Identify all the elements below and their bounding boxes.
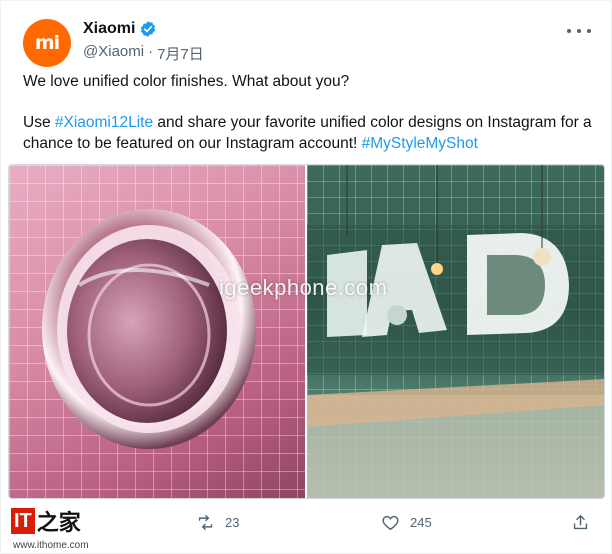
more-dot: [577, 29, 581, 33]
share-button[interactable]: [571, 513, 590, 532]
like-count: 245: [410, 515, 432, 530]
round-mirror-illustration: [42, 209, 256, 449]
heart-icon: [382, 515, 399, 531]
share-icon: [573, 515, 588, 530]
tweet-line-1: We love unified color finishes. What abo…: [23, 73, 350, 90]
avatar[interactable]: mi: [23, 19, 71, 67]
tweet-card[interactable]: mi Xiaomi @Xiaomi · 7月7日 We love unified…: [0, 0, 612, 554]
author-meta: @Xiaomi · 7月7日: [83, 43, 204, 64]
tweet-header: Xiaomi @Xiaomi · 7月7日: [83, 18, 204, 64]
tweet-line-2: Use #Xiaomi12Lite and share your favorit…: [23, 112, 593, 154]
retweet-button[interactable]: 23: [196, 513, 239, 532]
media-image-left[interactable]: [9, 165, 305, 498]
hashtag-xiaomi12lite[interactable]: #Xiaomi12Lite: [55, 114, 153, 131]
verified-badge-icon: [141, 21, 156, 37]
tweet-text-prefix: Use: [23, 114, 55, 131]
source-site: www.ithome.com: [13, 540, 89, 551]
tweet-text: We love unified color finishes. What abo…: [23, 71, 593, 154]
retweet-icon: [198, 515, 213, 530]
media-grid: [8, 164, 605, 499]
author-handle[interactable]: @Xiaomi: [83, 43, 144, 64]
neon-letters-illustration: [307, 165, 604, 498]
like-button[interactable]: 245: [381, 513, 432, 532]
author-name[interactable]: Xiaomi: [83, 20, 135, 38]
avatar-logo-text: mi: [34, 32, 60, 54]
meta-separator: ·: [148, 43, 154, 60]
hashtag-mystylemyshot[interactable]: #MyStyleMyShot: [362, 135, 478, 152]
more-dot: [567, 29, 571, 33]
tweet-date[interactable]: 7月7日: [157, 43, 204, 64]
retweet-count: 23: [225, 515, 240, 530]
media-image-right[interactable]: [307, 165, 604, 498]
more-dot: [587, 29, 591, 33]
more-options-icon[interactable]: [567, 21, 591, 41]
tweet-actions: 23 245: [1, 513, 612, 537]
name-row: Xiaomi: [83, 18, 204, 40]
media-watermark: igeekphone.com: [219, 275, 388, 300]
